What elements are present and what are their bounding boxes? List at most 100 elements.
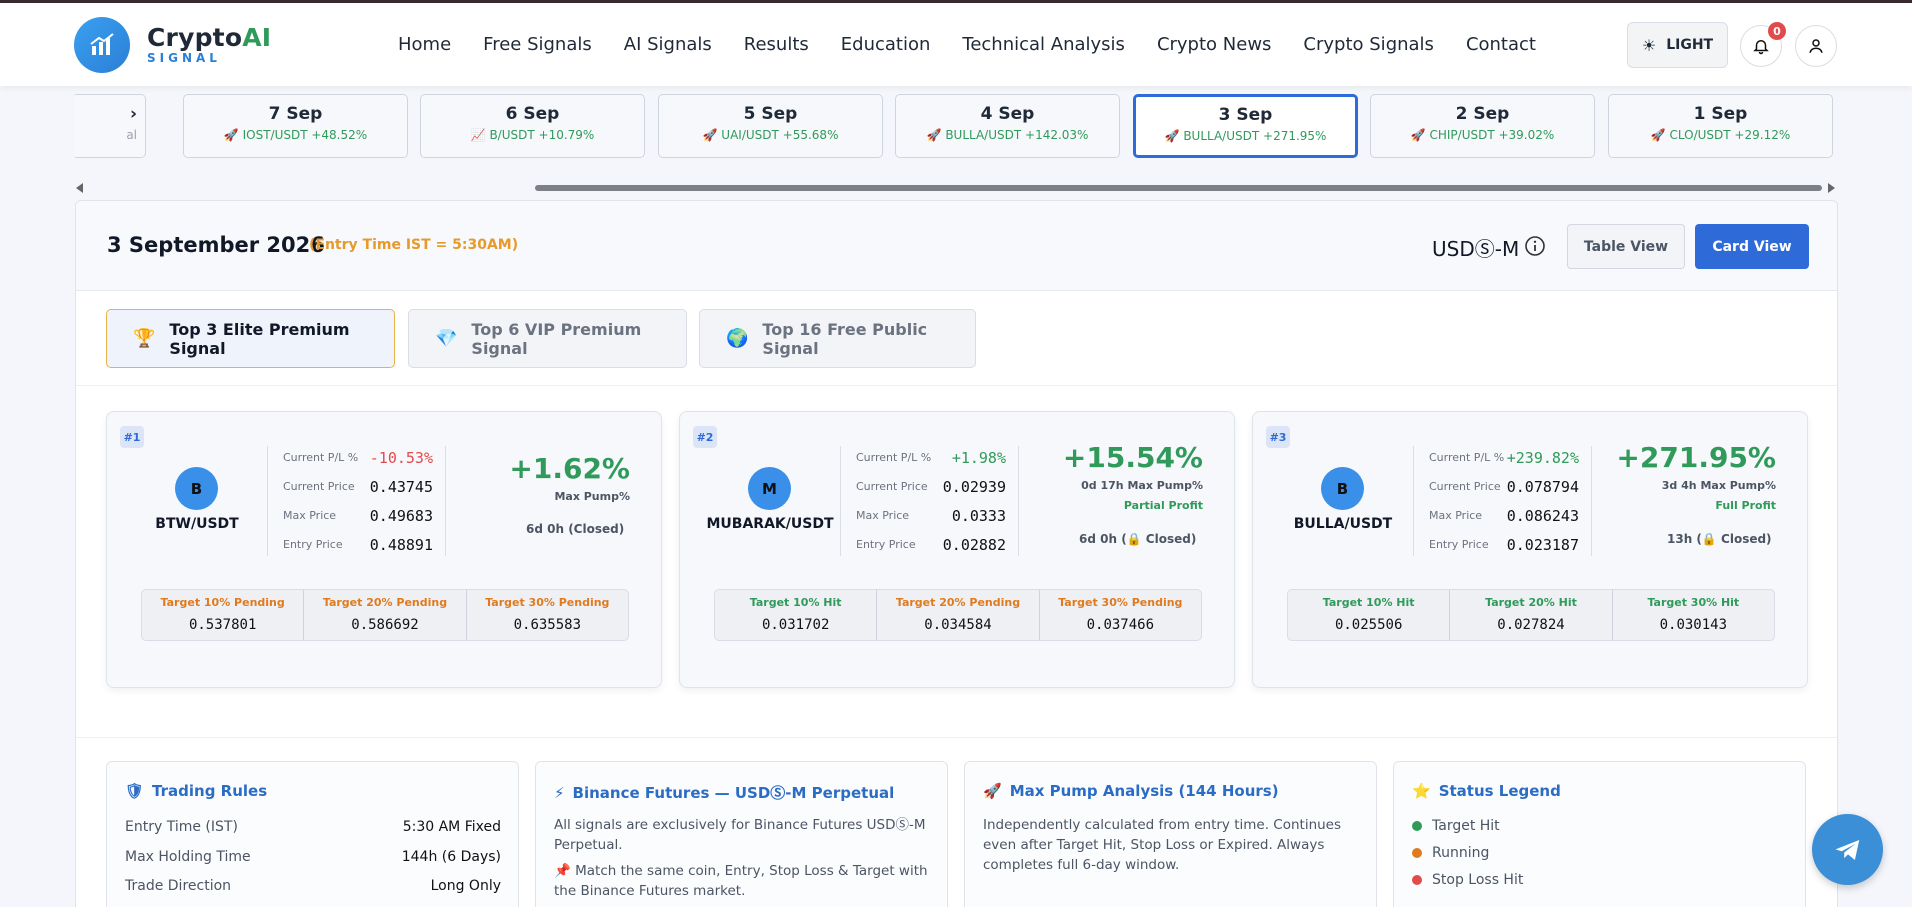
binance-text: All signals are exclusively for Binance … [554, 817, 926, 853]
coin-avatar: B [175, 467, 218, 510]
date-card[interactable]: 2 Sep 🚀 CHIP/USDT +39.02% [1370, 94, 1595, 158]
profile-button[interactable] [1795, 25, 1837, 67]
info-icon[interactable] [1524, 235, 1546, 257]
trading-rules-box: 🛡 Trading Rules Entry Time (IST) 5:30 AM F… [106, 761, 519, 907]
target-cell: Target 20% Pending 0.034584 [877, 590, 1040, 640]
pair-name: BTW/USDT [155, 516, 239, 532]
pair-name: BULLA/USDT [1293, 516, 1393, 532]
legend-item: Target Hit [1412, 818, 1500, 834]
tab-free-public[interactable]: 🌍 Top 16 Free Public Signal [699, 309, 976, 368]
section-divider [76, 737, 1837, 738]
card-view-button[interactable]: Card View [1695, 224, 1809, 269]
coin-avatar: B [1321, 467, 1364, 510]
nav-contact[interactable]: Contact [1466, 34, 1536, 55]
divider [445, 446, 446, 556]
max-pump-analysis-box: 🚀 Max Pump Analysis (144 Hours) Independe… [964, 761, 1377, 907]
date-card[interactable]: 4 Sep 🚀 BULLA/USDT +142.03% [895, 94, 1120, 158]
table-view-button[interactable]: Table View [1567, 224, 1685, 269]
nav-crypto-signals[interactable]: Crypto Signals [1303, 34, 1434, 55]
max-pump-label: 0d 17h Max Pump% [1081, 479, 1203, 492]
signal-card[interactable]: #1 B BTW/USDT Current P/L % -10.53% Curre… [106, 411, 662, 688]
rocket-icon: 🚀 [223, 128, 239, 142]
profit-status: Partial Profit [1123, 499, 1203, 512]
site-header: CryptoAI SIGNAL Home Free Signals AI Sig… [0, 3, 1912, 86]
user-icon [1809, 39, 1823, 53]
entry-time-note: (Entry Time IST = 5:30AM) [309, 237, 519, 253]
date-strip: › al 7 Sep 🚀 IOST/USDT +48.52% 6 Sep 📈 B… [75, 94, 1833, 158]
rank-badge: #3 [1266, 426, 1290, 448]
divider [1413, 446, 1414, 556]
date-card[interactable]: 1 Sep 🚀 CLO/USDT +29.12% [1608, 94, 1833, 158]
signal-card[interactable]: #2 M MUBARAK/USDT Current P/L % +1.98% Cu… [679, 411, 1235, 688]
rocket-icon: 🚀 [983, 782, 1002, 800]
signal-card[interactable]: #3 B BULLA/USDT Current P/L % +239.82% Cu… [1252, 411, 1808, 688]
pair-name: MUBARAK/USDT [706, 516, 834, 532]
max-pump-label: 3d 4h Max Pump% [1661, 479, 1776, 492]
logo-icon[interactable] [74, 17, 130, 73]
panel-header: 3 September 2026 (Entry Time IST = 5:30A… [76, 201, 1837, 291]
date-card[interactable]: 7 Sep 🚀 IOST/USDT +48.52% [183, 94, 408, 158]
rocket-icon: 🚀 [926, 128, 942, 142]
chart-up-icon: 📈 [470, 128, 486, 142]
shield-icon: 🛡 [125, 782, 145, 800]
date-card[interactable]: 5 Sep 🚀 UAI/USDT +55.68% [658, 94, 883, 158]
brand-name[interactable]: CryptoAI [147, 23, 271, 52]
telegram-icon [1835, 839, 1859, 860]
horizontal-scrollbar[interactable] [535, 185, 1822, 191]
target-cell: Target 30% Pending 0.037466 [1058, 596, 1183, 633]
duration-status: 6d 0h (🔒 Closed) [1079, 532, 1197, 546]
nav-home[interactable]: Home [398, 34, 451, 55]
divider [1591, 446, 1592, 556]
date-card[interactable]: › al [75, 94, 146, 158]
rank-badge: #1 [120, 426, 144, 448]
brand-subtitle: SIGNAL [147, 51, 221, 65]
date-card[interactable]: 6 Sep 📈 B/USDT +10.79% [420, 94, 645, 158]
star-icon: ⭐ [1412, 782, 1431, 800]
globe-icon: 🌍 [726, 328, 749, 349]
max-pump-value: +271.95% [1616, 441, 1776, 474]
max-pump-value: +1.62% [509, 452, 630, 485]
max-pump-value: +15.54% [1062, 441, 1203, 474]
nav-free-signals[interactable]: Free Signals [483, 34, 592, 55]
nav-ai-signals[interactable]: AI Signals [624, 34, 712, 55]
rocket-icon: 🚀 [1410, 128, 1426, 142]
targets-bar: Target 10% Hit 0.025506 Target 20% Hit 0.0… [1287, 589, 1775, 641]
binance-futures-box: ⚡ Binance Futures — USDⓈ-M Perpetual All … [535, 761, 948, 907]
main-nav: Home Free Signals AI Signals Results Edu… [398, 34, 1568, 55]
targets-bar: Target 10% Hit 0.031702 Target 20% Pendin… [714, 589, 1202, 641]
lightning-icon: ⚡ [554, 784, 565, 802]
telegram-button[interactable] [1812, 814, 1883, 885]
tab-vip-premium[interactable]: 💎 Top 6 VIP Premium Signal [408, 309, 687, 368]
scroll-right-arrow[interactable] [1828, 183, 1835, 193]
targets-bar: Target 10% Pending 0.537801 Target 20% Pe… [141, 589, 629, 641]
tab-elite-premium[interactable]: 🏆 Top 3 Elite Premium Signal [106, 309, 395, 368]
duration-status: 13h (🔒 Closed) [1667, 532, 1772, 546]
binance-note: 📌 Match the same coin, Entry, Stop Loss … [554, 863, 928, 899]
target-cell: Target 20% Pending 0.586692 [304, 590, 467, 640]
profit-status: Full Profit [1715, 499, 1776, 512]
target-cell: Target 30% Pending 0.635583 [485, 596, 610, 633]
sun-icon: ☀ [1641, 35, 1657, 55]
rocket-icon: 🚀 [702, 128, 718, 142]
nav-results[interactable]: Results [744, 34, 809, 55]
rocket-icon: 🚀 [1164, 129, 1180, 143]
page-title: 3 September 2026 [107, 233, 325, 257]
status-legend-box: ⭐ Status Legend Target Hit Running Stop L… [1393, 761, 1806, 907]
scroll-left-arrow[interactable] [76, 183, 83, 193]
target-cell: Target 30% Hit 0.030143 [1647, 596, 1740, 633]
target-cell: Target 10% Pending 0.537801 [142, 590, 305, 640]
date-card-selected[interactable]: 3 Sep 🚀 BULLA/USDT +271.95% [1133, 94, 1358, 158]
target-cell: Target 10% Hit 0.025506 [1288, 590, 1451, 640]
rocket-icon: 🚀 [1650, 128, 1666, 142]
bell-icon [1753, 40, 1769, 55]
signals-panel: 3 September 2026 (Entry Time IST = 5:30A… [75, 200, 1838, 907]
diamond-icon: 💎 [435, 328, 458, 349]
theme-toggle-button[interactable]: ☀ LIGHT [1627, 22, 1728, 68]
divider [267, 446, 268, 556]
nav-crypto-news[interactable]: Crypto News [1157, 34, 1271, 55]
target-cell: Target 20% Hit 0.027824 [1450, 590, 1613, 640]
duration-status: 6d 0h (Closed) [526, 522, 625, 536]
nav-technical-analysis[interactable]: Technical Analysis [962, 34, 1125, 55]
nav-education[interactable]: Education [841, 34, 931, 55]
target-cell: Target 10% Hit 0.031702 [715, 590, 878, 640]
